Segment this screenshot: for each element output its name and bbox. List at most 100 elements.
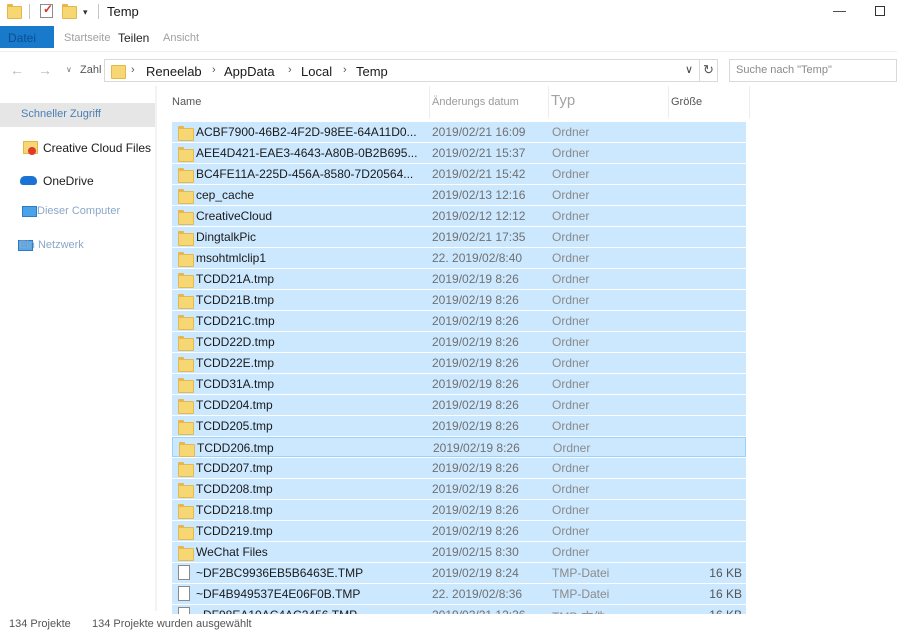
file-date: 2019/02/19 8:24 (432, 566, 519, 580)
column-header-date[interactable]: Änderungs datum (430, 86, 548, 118)
status-bar: 134 Projekte 134 Projekte wurden ausgewä… (0, 614, 897, 635)
tab-view[interactable]: Ansicht (163, 32, 199, 44)
breadcrumb-appdata[interactable]: AppData (224, 64, 275, 79)
file-name: msohtmlclip1 (196, 251, 267, 265)
folder-icon (111, 64, 126, 79)
table-row[interactable]: WeChat Files 2019/02/15 8:30 Ordner (172, 542, 746, 562)
sidebar-item-onedrive[interactable]: OneDrive (0, 169, 157, 193)
file-date: 2019/02/19 8:26 (432, 503, 519, 517)
file-name: TCDD204.tmp (196, 398, 273, 412)
file-name: cep_cache (196, 188, 255, 202)
folder-icon[interactable] (7, 4, 22, 19)
table-row[interactable]: TCDD21C.tmp 2019/02/19 8:26 Ordner (172, 311, 746, 331)
file-icon (178, 586, 190, 601)
file-type: Ordner (552, 545, 590, 559)
file-date: 2019/02/15 8:30 (432, 545, 519, 559)
folder-icon (178, 189, 194, 204)
table-row[interactable]: TCDD21A.tmp 2019/02/19 8:26 Ordner (172, 269, 746, 289)
column-header-label: Größe (671, 96, 703, 108)
tab-file[interactable]: Datei (0, 26, 54, 48)
table-row[interactable]: CreativeCloud 2019/02/12 12:12 Ordner (172, 206, 746, 226)
table-row[interactable]: ~DF2BC9936EB5B6463E.TMP 2019/02/19 8:24 TM… (172, 563, 746, 583)
folder-icon (178, 315, 194, 330)
file-type: Ordner (552, 125, 590, 139)
table-row[interactable]: TCDD22D.tmp 2019/02/19 8:26 Ordner (172, 332, 746, 352)
breadcrumb-separator[interactable]: › (131, 64, 135, 76)
file-name: ~DF2BC9936EB5B6463E.TMP (196, 566, 364, 580)
address-bar[interactable]: › Reneelab › AppData › Local › Temp ∨ (104, 59, 700, 82)
pane-divider[interactable] (155, 86, 157, 611)
folder-icon (178, 420, 194, 435)
column-header-type[interactable]: Typ (549, 86, 668, 118)
quick-access-dropdown[interactable]: ▾ (83, 7, 88, 18)
file-name: TCDD205.tmp (196, 419, 273, 433)
new-folder-icon[interactable] (62, 4, 77, 19)
file-date: 2019/02/19 8:26 (432, 272, 519, 286)
breadcrumb-local[interactable]: Local (301, 64, 332, 79)
minimize-button[interactable]: — (833, 3, 846, 18)
file-type: Ordner (552, 461, 590, 475)
table-row[interactable]: DingtalkPic 2019/02/21 17:35 Ordner (172, 227, 746, 247)
table-row[interactable]: TCDD22E.tmp 2019/02/19 8:26 Ordner (172, 353, 746, 373)
breadcrumb-reneelab[interactable]: Reneelab (146, 64, 202, 79)
folder-icon (178, 378, 194, 393)
table-row[interactable]: AEE4D421-EAE3-4643-A80B-0B2B695... 2019/0… (172, 143, 746, 163)
sidebar-item-network[interactable]: Ein Netzwerk (0, 234, 157, 258)
file-date: 2019/02/19 8:26 (432, 377, 519, 391)
recent-locations-dropdown[interactable]: ∨ (66, 65, 72, 74)
file-date: 2019/02/13 12:16 (432, 188, 526, 202)
onedrive-cloud-icon (20, 176, 37, 185)
breadcrumb-separator[interactable]: › (288, 64, 292, 76)
address-dropdown-icon[interactable]: ∨ (685, 63, 693, 76)
breadcrumb-separator[interactable]: › (212, 64, 216, 76)
table-row[interactable]: BC4FE11A-225D-456A-8580-7D20564... 2019/0… (172, 164, 746, 184)
column-header-size[interactable]: Größe (669, 86, 749, 118)
file-name: TCDD208.tmp (196, 482, 273, 496)
breadcrumb-separator[interactable]: › (343, 64, 347, 76)
table-row[interactable]: TCDD31A.tmp 2019/02/19 8:26 Ordner (172, 374, 746, 394)
file-date: 2019/02/19 8:26 (432, 356, 519, 370)
table-row[interactable]: TCDD206.tmp 2019/02/19 8:26 Ordner (172, 437, 746, 457)
folder-icon (178, 147, 194, 162)
file-type: Ordner (552, 146, 590, 160)
table-row[interactable]: ~DF98EA10AC4AC2456.TMP2019/02/21 12:36TM… (172, 605, 746, 614)
folder-icon (178, 462, 194, 477)
refresh-button[interactable]: ↻ (700, 59, 718, 82)
column-divider[interactable] (749, 86, 750, 118)
table-row[interactable]: TCDD219.tmp 2019/02/19 8:26 Ordner (172, 521, 746, 541)
column-header-name[interactable]: Name (157, 86, 429, 118)
table-row[interactable]: ~DF4B949537E4E06F0B.TMP 22. 2019/02/8:36 T… (172, 584, 746, 604)
file-name: TCDD207.tmp (196, 461, 273, 475)
table-row[interactable]: TCDD205.tmp 2019/02/19 8:26 Ordner (172, 416, 746, 436)
folder-icon (178, 126, 194, 141)
table-row[interactable]: TCDD204.tmp 2019/02/19 8:26 Ordner (172, 395, 746, 415)
folder-icon (178, 504, 194, 519)
sidebar-item-quick-access[interactable]: Schneller Zugriff (0, 103, 157, 127)
table-row[interactable]: msohtmlclip1 22. 2019/02/8:40 Ordner (172, 248, 746, 268)
file-date: 2019/02/21 16:09 (432, 125, 526, 139)
properties-icon[interactable]: ✓ (40, 2, 53, 18)
table-row[interactable]: ACBF7900-46B2-4F2D-98EE-64A11D0... 2019/0… (172, 122, 746, 142)
table-row[interactable]: cep_cache 2019/02/13 12:16 Ordner (172, 185, 746, 205)
file-name: TCDD21C.tmp (196, 314, 275, 328)
table-row[interactable]: TCDD207.tmp 2019/02/19 8:26 Ordner (172, 458, 746, 478)
maximize-button[interactable] (875, 6, 885, 16)
tab-home[interactable]: Startseite (64, 32, 110, 44)
sidebar-item-creative-cloud[interactable]: Creative Cloud Files (0, 136, 157, 160)
forward-button[interactable]: → (38, 62, 52, 78)
file-type: Ordner (552, 209, 590, 223)
ribbon-tabs: Datei Startseite Teilen Ansicht (0, 24, 897, 52)
file-date: 2019/02/19 8:26 (433, 441, 520, 455)
tab-share[interactable]: Teilen (118, 31, 149, 45)
breadcrumb-temp[interactable]: Temp (356, 64, 388, 79)
sidebar-item-label: Creative Cloud Files (43, 141, 152, 155)
sidebar-item-this-pc[interactable]: Dieser Computer (0, 200, 157, 224)
search-input[interactable]: Suche nach "Temp" (729, 59, 897, 82)
column-header-label: Name (172, 96, 202, 108)
table-row[interactable]: TCDD208.tmp 2019/02/19 8:26 Ordner (172, 479, 746, 499)
back-button[interactable]: ← (10, 62, 24, 78)
file-type: Ordner (552, 251, 590, 265)
table-row[interactable]: TCDD218.tmp 2019/02/19 8:26 Ordner (172, 500, 746, 520)
file-type: Ordner (552, 230, 590, 244)
table-row[interactable]: TCDD21B.tmp 2019/02/19 8:26 Ordner (172, 290, 746, 310)
